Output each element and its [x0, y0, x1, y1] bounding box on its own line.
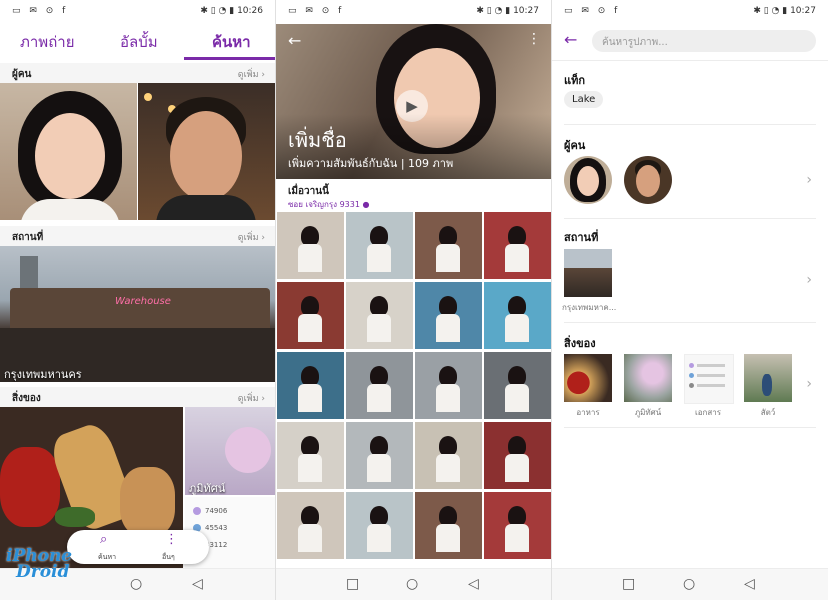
photo-grid-item[interactable]: [415, 422, 482, 489]
photo-grid-item[interactable]: [346, 422, 413, 489]
places-section-header: สถานที่ ดูเพิ่ม ›: [0, 226, 275, 246]
person-thumbnail-man[interactable]: [138, 83, 275, 220]
active-tab-indicator: [184, 57, 275, 60]
things-section-header: สิ่งของ ดูเพิ่ม ›: [0, 387, 275, 407]
status-icons-left: ▭ ✉ ⊙ f: [12, 6, 69, 16]
fab-more-label: อื่นๆ: [162, 553, 175, 561]
floating-action-bar: ⌕ ค้นหา ⋮ อื่นๆ: [67, 530, 209, 564]
home-icon[interactable]: ○: [130, 576, 142, 592]
person-cover-photo: ▶ ← ⋮ เพิ่มชื่อ เพิ่มความสัมพันธ์กับฉัน …: [276, 24, 551, 179]
photo-grid-item[interactable]: [277, 422, 344, 489]
thing-caption-food: อาหาร: [576, 408, 600, 417]
people-chevron-icon[interactable]: ›: [806, 172, 812, 188]
tags-title: แท็ก: [564, 74, 586, 87]
things-title: สิ่งของ: [564, 337, 596, 350]
photo-grid-item[interactable]: [346, 352, 413, 419]
navigation-bar: □ ○ ◁: [552, 568, 828, 600]
tab-search[interactable]: ค้นหา: [212, 30, 251, 54]
photo-grid-item[interactable]: [415, 492, 482, 559]
photo-grid-item[interactable]: [277, 282, 344, 349]
place-thumbnail-bangkok[interactable]: [564, 249, 612, 297]
place-caption: กรุงเทพมหานคร: [4, 368, 82, 381]
photo-grid-item[interactable]: [346, 212, 413, 279]
back-icon[interactable]: ◁: [744, 576, 755, 592]
tab-albums[interactable]: อัลบั้ม: [120, 30, 158, 54]
home-icon[interactable]: ○: [406, 576, 418, 592]
more-vertical-icon[interactable]: ⋮: [527, 31, 541, 47]
things-title: สิ่งของ: [12, 393, 41, 404]
place-thumbnail-bangkok[interactable]: Warehouse กรุงเทพมหานคร: [0, 246, 275, 382]
back-icon[interactable]: ◁: [468, 576, 479, 592]
status-icons-left: ▭ ✉ ⊙ f: [564, 6, 621, 16]
doc-number-2: 45543: [205, 524, 228, 532]
navigation-bar: □ ○ ◁: [276, 568, 551, 600]
add-relationship-link[interactable]: เพิ่มความสัมพันธ์กับฉัน | 109 ภาพ: [288, 154, 453, 172]
back-arrow-icon[interactable]: ←: [288, 31, 301, 50]
thing-caption-document: เอกสาร: [694, 408, 722, 417]
back-icon[interactable]: ◁: [192, 576, 203, 592]
status-icons-left: ▭ ✉ ⊙ f: [288, 6, 345, 16]
watermark-logo: iPhone Droid: [6, 546, 73, 582]
place-caption: กรุงเทพมหาค...: [562, 303, 617, 312]
thing-thumbnail-food[interactable]: [564, 354, 612, 402]
person-avatar-man[interactable]: [624, 156, 672, 204]
photo-grid-item[interactable]: [415, 282, 482, 349]
status-bar: ▭ ✉ ⊙ f ✱ ▯ ◔ ▮ 10:27: [276, 0, 551, 24]
date-header: เมื่อวานนี้: [288, 186, 329, 197]
location-label[interactable]: ซอย เจริญกรุง 9331 ●: [288, 198, 369, 211]
photo-grid-item[interactable]: [415, 212, 482, 279]
photo-grid-item[interactable]: [346, 282, 413, 349]
people-section-header: ผู้คน ดูเพิ่ม ›: [0, 63, 275, 83]
status-bar: ▭ ✉ ⊙ f ✱ ▯ ◔ ▮ 10:26: [0, 0, 275, 24]
photo-grid-item[interactable]: [277, 492, 344, 559]
status-time: ✱ ▯ ◔ ▮ 10:27: [476, 6, 539, 16]
back-arrow-icon[interactable]: ←: [564, 30, 577, 49]
things-more-link[interactable]: ดูเพิ่ม ›: [238, 391, 265, 405]
places-title: สถานที่: [12, 232, 44, 243]
thing-thumbnail-animal[interactable]: [744, 354, 792, 402]
thing-thumbnail-landscape[interactable]: ภูมิทัศน์: [185, 407, 275, 495]
places-more-link[interactable]: ดูเพิ่ม ›: [238, 230, 265, 244]
home-icon[interactable]: ○: [683, 576, 695, 592]
thing-caption: ภูมิทัศน์: [189, 482, 226, 495]
thing-thumbnail-landscape[interactable]: [624, 354, 672, 402]
search-input-screen: ▭ ✉ ⊙ f ✱ ▯ ◔ ▮ 10:27 ← ค้นหารูปภาพ... แ…: [552, 0, 828, 600]
person-thumbnail-woman[interactable]: [0, 83, 137, 220]
photo-grid-item[interactable]: [484, 282, 551, 349]
recents-icon[interactable]: □: [346, 576, 359, 592]
tab-photos[interactable]: ภาพถ่าย: [20, 30, 75, 54]
doc-number-1: 74906: [205, 507, 228, 515]
person-detail-screen: ▭ ✉ ⊙ f ✱ ▯ ◔ ▮ 10:27 ▶ ← ⋮ เพิ่มชื่อ เพ…: [276, 0, 551, 600]
photo-grid-item[interactable]: [484, 352, 551, 419]
status-time: ✱ ▯ ◔ ▮ 10:26: [200, 6, 263, 16]
people-title: ผู้คน: [564, 139, 586, 152]
fab-search-label: ค้นหา: [98, 553, 117, 561]
people-title: ผู้คน: [12, 69, 32, 80]
thing-caption-landscape: ภูมิทัศน์: [634, 408, 662, 417]
tab-bar: ภาพถ่าย อัลบั้ม ค้นหา: [0, 24, 275, 60]
status-bar: ▭ ✉ ⊙ f ✱ ▯ ◔ ▮ 10:27: [552, 0, 828, 24]
search-input[interactable]: ค้นหารูปภาพ...: [592, 30, 816, 52]
tag-chip-lake[interactable]: Lake: [564, 91, 604, 108]
places-title: สถานที่: [564, 231, 599, 244]
person-avatar-woman[interactable]: [564, 156, 612, 204]
photo-grid-item[interactable]: [277, 212, 344, 279]
thing-thumbnail-document[interactable]: [684, 354, 734, 404]
more-vertical-icon[interactable]: ⋮: [165, 532, 178, 547]
photo-grid-item[interactable]: [346, 492, 413, 559]
add-name-title[interactable]: เพิ่มชื่อ: [288, 124, 347, 156]
search-icon[interactable]: ⌕: [100, 532, 107, 547]
search-screen: ▭ ✉ ⊙ f ✱ ▯ ◔ ▮ 10:26 ภาพถ่าย อัลบั้ม ค้…: [0, 0, 275, 600]
recents-icon[interactable]: □: [622, 576, 635, 592]
status-time: ✱ ▯ ◔ ▮ 10:27: [753, 6, 816, 16]
places-chevron-icon[interactable]: ›: [806, 272, 812, 288]
photo-grid-item[interactable]: [415, 352, 482, 419]
photo-grid-item[interactable]: [277, 352, 344, 419]
photo-grid-item[interactable]: [484, 492, 551, 559]
photo-grid-item[interactable]: [484, 212, 551, 279]
thing-caption-animal: สัตว์: [760, 408, 776, 417]
photo-grid-item[interactable]: [484, 422, 551, 489]
people-more-link[interactable]: ดูเพิ่ม ›: [238, 67, 265, 81]
things-chevron-icon[interactable]: ›: [806, 376, 812, 392]
